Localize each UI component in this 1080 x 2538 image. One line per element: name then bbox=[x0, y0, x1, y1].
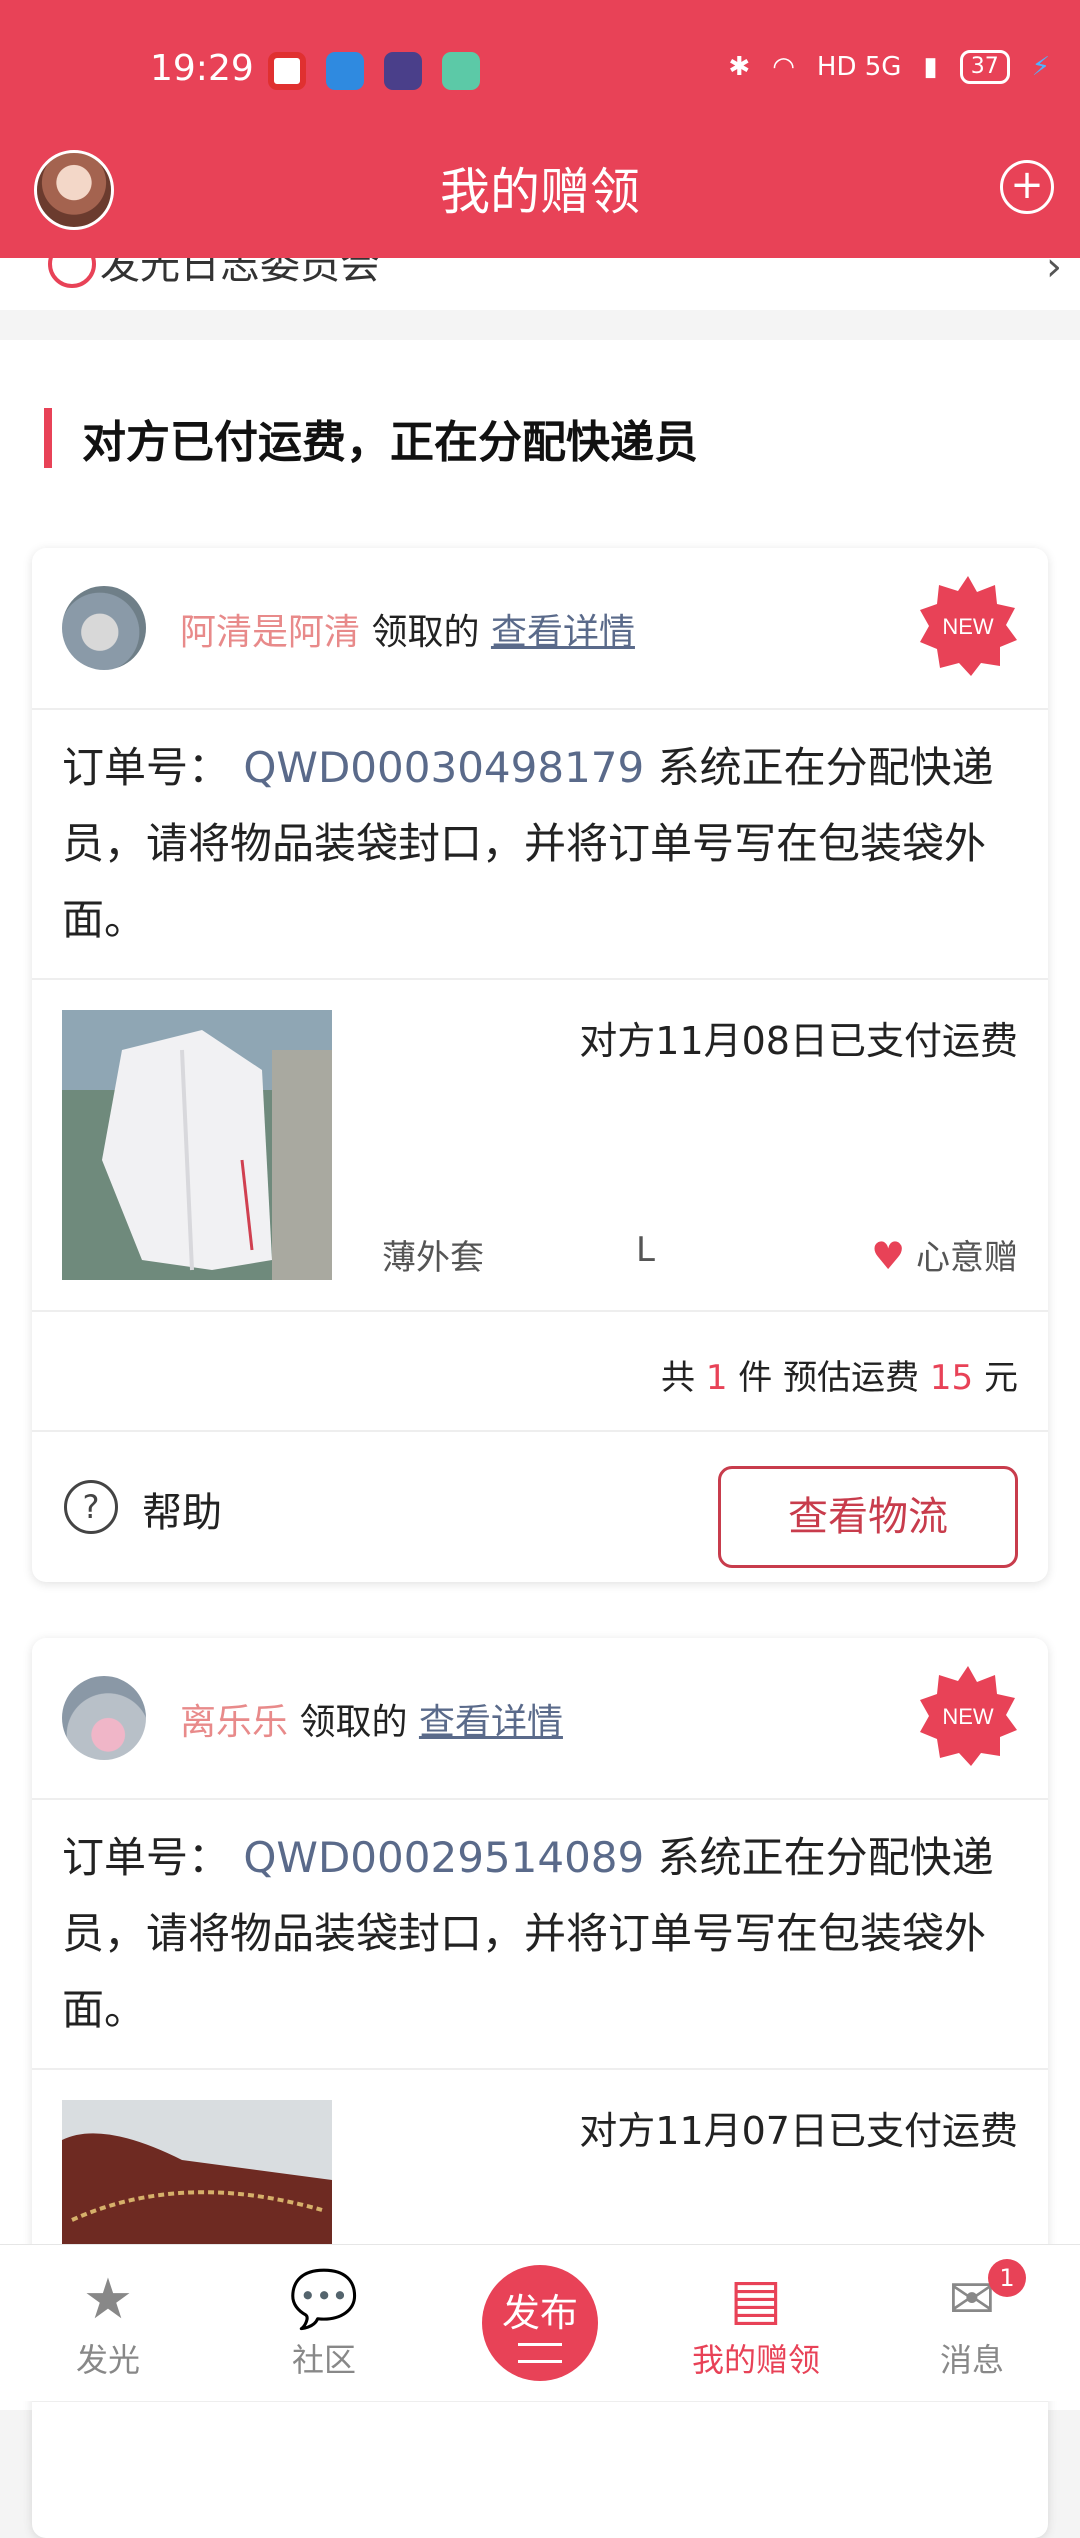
publish-label: 发布 bbox=[501, 2291, 578, 2335]
mail-icon: ✉ bbox=[948, 2267, 996, 2332]
card-header: 阿清是阿清 领取的 查看详情 NEW bbox=[32, 548, 1048, 710]
item-tag: ♥ 心意赠 bbox=[871, 1230, 1018, 1279]
section-header: 对方已付运费，正在分配快递员 bbox=[0, 340, 1080, 510]
notification-icons bbox=[268, 52, 480, 90]
section-title: 对方已付运费，正在分配快递员 bbox=[82, 417, 698, 468]
bluetooth-icon: ✱ bbox=[728, 52, 751, 82]
user-avatar[interactable] bbox=[62, 586, 146, 670]
product-image[interactable] bbox=[62, 1010, 332, 1280]
menu-lines-icon bbox=[518, 2343, 562, 2363]
order-message: 订单号： QWD00029514089 系统正在分配快递员，请将物品装袋封口，并… bbox=[32, 1800, 1048, 2070]
new-badge-label: NEW bbox=[942, 614, 994, 639]
app-notification-icon bbox=[442, 52, 480, 90]
order-section: 对方已付运费，正在分配快递员 阿清是阿清 领取的 查看详情 NEW 订单号： Q… bbox=[0, 340, 1080, 2538]
order-summary: 共 1 件 预估运费 15 元 bbox=[32, 1312, 1048, 1432]
chevron-right-icon: › bbox=[1046, 258, 1062, 290]
new-badge: NEW bbox=[920, 576, 1017, 676]
username[interactable]: 阿清是阿清 bbox=[180, 612, 360, 653]
charging-icon: ⚡ bbox=[1031, 52, 1050, 82]
star-icon: ★ bbox=[82, 2267, 134, 2332]
item-tag-label: 心意赠 bbox=[916, 1238, 1018, 1278]
nav-label: 社区 bbox=[291, 2341, 356, 2379]
app-header: 19:29 ✱ ◠ HD 5G ▮ 37 ⚡ 我的赠领 + bbox=[0, 0, 1080, 258]
order-card: 阿清是阿清 领取的 查看详情 NEW 订单号： QWD00030498179 系… bbox=[32, 548, 1048, 1582]
publish-button[interactable]: 发布 bbox=[482, 2265, 598, 2381]
nav-item-community[interactable]: 💬 社区 bbox=[244, 2265, 404, 2381]
status-indicators: ✱ ◠ HD 5G ▮ 37 ⚡ bbox=[728, 50, 1050, 84]
item-count: 1 bbox=[705, 1358, 728, 1398]
app-notification-icon bbox=[326, 52, 364, 90]
network-label: HD 5G bbox=[816, 52, 902, 82]
previous-row[interactable]: 发光日志委员会 › bbox=[0, 258, 1080, 310]
order-number-label: 订单号： bbox=[62, 743, 231, 792]
item-size: L bbox=[636, 1230, 655, 1270]
shipping-fee: 15 bbox=[929, 1358, 974, 1398]
claim-label: 领取的 bbox=[299, 1702, 408, 1743]
app-notification-icon bbox=[268, 52, 306, 90]
app-notification-icon bbox=[384, 52, 422, 90]
count-suffix: 件 预估运费 bbox=[738, 1358, 920, 1398]
nav-label: 我的赠领 bbox=[691, 2341, 820, 2379]
payment-status: 对方11月08日已支付运费 bbox=[579, 1019, 1018, 1063]
wifi-icon: ◠ bbox=[772, 52, 795, 82]
help-icon[interactable]: ? bbox=[64, 1480, 118, 1534]
product-row[interactable]: 对方11月08日已支付运费 薄外套 L ♥ 心意赠 bbox=[32, 980, 1048, 1312]
chat-bubble-icon: 💬 bbox=[289, 2267, 359, 2332]
add-icon[interactable]: + bbox=[1000, 160, 1054, 214]
new-badge: NEW bbox=[920, 1666, 1017, 1766]
nav-item-glow[interactable]: ★ 发光 bbox=[28, 2265, 188, 2381]
view-details-link[interactable]: 查看详情 bbox=[491, 612, 635, 653]
order-message: 订单号： QWD00030498179 系统正在分配快递员，请将物品装袋封口，并… bbox=[32, 710, 1048, 980]
nav-item-messages[interactable]: ✉ 消息 1 bbox=[892, 2259, 1052, 2381]
unread-badge: 1 bbox=[988, 2259, 1026, 2297]
fee-unit: 元 bbox=[984, 1358, 1018, 1398]
new-badge-label: NEW bbox=[942, 1704, 994, 1729]
section-accent-bar bbox=[44, 408, 52, 468]
nav-label: 发光 bbox=[75, 2341, 140, 2379]
bottom-nav: ★ 发光 💬 社区 发布 ▤ 我的赠领 ✉ 消息 1 bbox=[0, 2244, 1080, 2401]
card-actions: ? 帮助 查看物流 bbox=[32, 1432, 1048, 1582]
gift-box-icon: ▤ bbox=[729, 2267, 783, 2332]
payment-status: 对方11月07日已支付运费 bbox=[579, 2109, 1018, 2153]
order-number-label: 订单号： bbox=[62, 1833, 231, 1882]
battery-level: 37 bbox=[959, 50, 1010, 84]
claim-label: 领取的 bbox=[371, 612, 480, 653]
nav-item-my-gifts[interactable]: ▤ 我的赠领 bbox=[676, 2265, 836, 2381]
order-card: 离乐乐 领取的 查看详情 NEW 订单号： QWD00029514089 系统正… bbox=[32, 1638, 1048, 2538]
view-logistics-button[interactable]: 查看物流 bbox=[718, 1466, 1018, 1568]
view-details-link[interactable]: 查看详情 bbox=[419, 1702, 563, 1743]
user-avatar[interactable] bbox=[62, 1676, 146, 1760]
heart-icon: ♥ bbox=[871, 1234, 906, 1278]
previous-row-label: 发光日志委员会 bbox=[100, 258, 380, 288]
username[interactable]: 离乐乐 bbox=[180, 1702, 288, 1743]
status-bar: 19:29 ✱ ◠ HD 5G ▮ 37 ⚡ bbox=[0, 0, 1080, 140]
status-time: 19:29 bbox=[150, 48, 254, 89]
order-number[interactable]: QWD00030498179 bbox=[243, 743, 644, 792]
item-name: 薄外套 bbox=[382, 1238, 484, 1278]
row-icon bbox=[48, 258, 96, 288]
help-button[interactable]: 帮助 bbox=[142, 1480, 222, 1538]
count-prefix: 共 bbox=[661, 1358, 696, 1398]
page-title: 我的赠领 bbox=[440, 163, 640, 221]
signal-icon: ▮ bbox=[923, 52, 938, 82]
nav-label: 消息 bbox=[939, 2341, 1004, 2379]
order-number[interactable]: QWD00029514089 bbox=[243, 1833, 644, 1882]
card-header: 离乐乐 领取的 查看详情 NEW bbox=[32, 1638, 1048, 1800]
